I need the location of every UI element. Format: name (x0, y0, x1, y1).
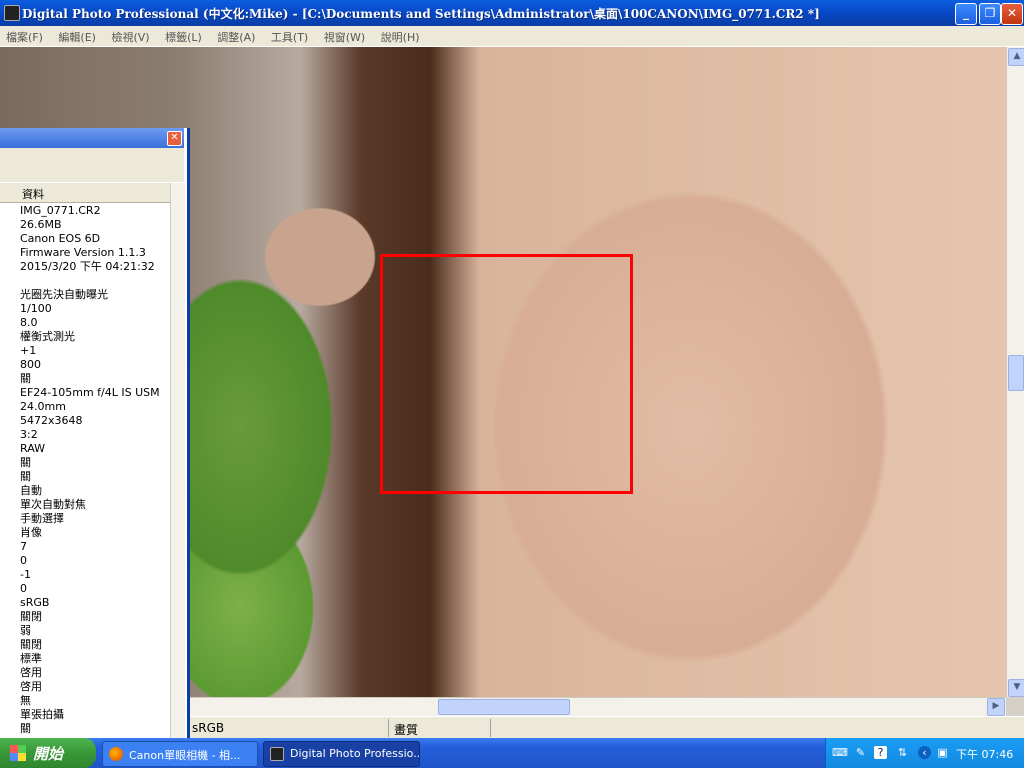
info-row: RAW (20, 442, 45, 455)
menu-adjust[interactable]: 調整(A) (211, 26, 261, 45)
selection-box[interactable] (380, 254, 633, 494)
info-row: 7 (20, 540, 27, 553)
info-row: -1 (20, 568, 31, 581)
info-row: 肖像 (20, 526, 42, 539)
menu-tools[interactable]: 工具(T) (265, 26, 314, 45)
info-column-header[interactable]: 資料 (0, 183, 170, 203)
taskbar-item-firefox[interactable]: Canon單眼相機 - 相... (102, 741, 258, 767)
info-row: 24.0mm (20, 400, 66, 413)
horizontal-scroll-thumb[interactable] (438, 699, 570, 715)
horizontal-scrollbar[interactable]: ▶ (187, 697, 1006, 716)
network-icon[interactable]: ▣ (936, 746, 949, 759)
menu-bar: 檔案(F) 編輯(E) 檢視(V) 標籤(L) 調整(A) 工具(T) 視窗(W… (0, 26, 1024, 47)
info-row: 弱 (20, 624, 31, 637)
dpp-app-icon (270, 747, 284, 761)
info-panel-scrollbar[interactable] (170, 183, 185, 738)
info-row: 啓用 (20, 680, 42, 693)
vertical-scrollbar[interactable]: ▲ ▼ (1006, 47, 1024, 697)
info-row: IMG_0771.CR2 (20, 204, 101, 217)
menu-help[interactable]: 說明(H) (375, 26, 426, 45)
info-row: 單次自動對焦 (20, 498, 86, 511)
menu-window[interactable]: 視窗(W) (318, 26, 371, 45)
title-bar: Digital Photo Professional (中文化:Mike) - … (0, 0, 1024, 26)
taskbar-item-label: Digital Photo Professio... (290, 747, 420, 760)
info-row: 單張拍攝 (20, 708, 64, 721)
info-row (0, 274, 170, 288)
scroll-up-button[interactable]: ▲ (1008, 48, 1024, 66)
close-button[interactable]: ✕ (1001, 3, 1023, 25)
menu-view[interactable]: 檢視(V) (105, 26, 155, 45)
start-label: 開始 (33, 745, 64, 763)
start-button[interactable]: 開始 (0, 738, 96, 768)
menu-file[interactable]: 檔案(F) (0, 26, 49, 45)
info-row: Firmware Version 1.1.3 (20, 246, 146, 259)
info-row: 標準 (20, 652, 42, 665)
info-row: 無 (20, 694, 31, 707)
info-column-header-label: 資料 (22, 188, 44, 201)
info-row: 關 (20, 470, 31, 483)
keyboard-icon[interactable]: ⌨ (832, 746, 848, 759)
info-row: 關閉 (20, 638, 42, 651)
info-list: IMG_0771.CR2 26.6MB Canon EOS 6D Firmware V… (0, 204, 170, 738)
app-icon[interactable] (4, 5, 20, 21)
firefox-icon (109, 747, 123, 761)
windows-logo-icon (10, 745, 26, 761)
taskbar: 開始 Canon單眼相機 - 相... Digital Photo Profes… (0, 738, 1024, 768)
scroll-down-button[interactable]: ▼ (1008, 679, 1024, 697)
collapse-tray-icon[interactable]: ‹ (918, 746, 931, 759)
info-row: 關 (20, 722, 31, 735)
info-panel: ✕ 資料 IMG_0771.CR2 26.6MB Canon EOS 6D Firmw… (0, 128, 190, 738)
taskbar-item-label: Canon單眼相機 - 相... (129, 749, 241, 762)
info-row: 啓用 (20, 666, 42, 679)
info-row: 5472x3648 (20, 414, 83, 427)
vertical-scroll-thumb[interactable] (1008, 355, 1024, 391)
menu-label[interactable]: 標籤(L) (159, 26, 208, 45)
info-row: 0 (20, 554, 27, 567)
scroll-right-button[interactable]: ▶ (987, 698, 1005, 716)
info-row: 光圈先決自動曝光 (20, 288, 108, 301)
info-row: 8.0 (20, 316, 38, 329)
info-panel-toolbar (0, 148, 184, 182)
status-quality: 畫質 (394, 723, 419, 737)
info-row: 手動選擇 (20, 512, 64, 525)
info-row: 關閉 (20, 610, 42, 623)
minimize-button[interactable]: _ (955, 3, 977, 25)
info-row: 權衡式測光 (20, 330, 75, 343)
info-row: 自動 (20, 484, 42, 497)
clock: 下午 07:46 (956, 748, 1014, 761)
status-color-space: sRGB (192, 721, 225, 735)
info-row: 關 (20, 372, 31, 385)
info-panel-close-button[interactable]: ✕ (167, 131, 182, 146)
taskbar-item-dpp[interactable]: Digital Photo Professio... (263, 741, 420, 767)
tray-arrow-icon[interactable]: ⇅ (896, 746, 909, 759)
system-tray: ⌨ ✎ ? ⇅ ‹ ▣ 下午 07:46 (825, 738, 1024, 768)
info-row: 0 (20, 582, 27, 595)
status-divider (490, 719, 491, 737)
maximize-button[interactable]: ❐ (979, 3, 1001, 25)
info-row: 2015/3/20 下午 04:21:32 (20, 260, 155, 273)
help-icon[interactable]: ? (874, 746, 887, 759)
info-row: 3:2 (20, 428, 38, 441)
info-row: EF24-105mm f/4L IS USM (20, 386, 160, 399)
pen-icon[interactable]: ✎ (854, 746, 867, 759)
menu-edit[interactable]: 編輯(E) (52, 26, 102, 45)
info-row: sRGB (20, 596, 50, 609)
window-title: Digital Photo Professional (中文化:Mike) - … (22, 7, 820, 21)
info-row: 800 (20, 358, 41, 371)
info-row: +1 (20, 344, 37, 357)
info-panel-titlebar[interactable]: ✕ (0, 128, 184, 148)
info-row: Canon EOS 6D (20, 232, 101, 245)
status-divider (388, 719, 389, 737)
info-row: 26.6MB (20, 218, 62, 231)
info-row: 關 (20, 456, 31, 469)
info-row: 1/100 (20, 302, 52, 315)
